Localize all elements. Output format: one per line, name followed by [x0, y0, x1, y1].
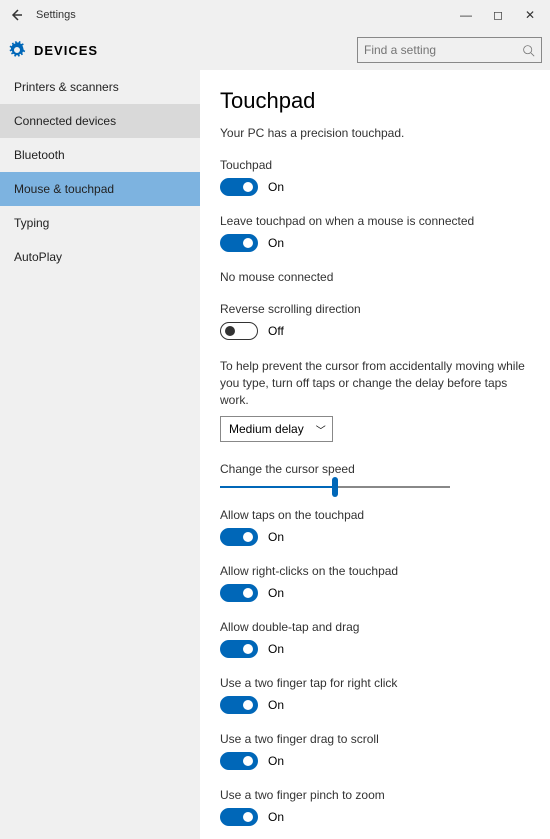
close-button[interactable]: ✕	[514, 3, 546, 27]
two-finger-right-label: Use a two finger tap for right click	[220, 676, 530, 690]
maximize-button[interactable]: ◻	[482, 3, 514, 27]
tap-delay-help: To help prevent the cursor from accident…	[220, 358, 530, 408]
cursor-speed-slider[interactable]	[220, 486, 450, 488]
back-button[interactable]	[4, 3, 28, 27]
window-title: Settings	[36, 9, 450, 21]
allow-dbl-drag-toggle[interactable]	[220, 640, 258, 658]
sidebar-item-mouse-touchpad[interactable]: Mouse & touchpad	[0, 172, 200, 206]
two-finger-zoom-state: On	[268, 810, 284, 824]
two-finger-scroll-toggle[interactable]	[220, 752, 258, 770]
touchpad-toggle[interactable]	[220, 178, 258, 196]
titlebar: Settings — ◻ ✕	[0, 0, 550, 30]
category-title: DEVICES	[34, 43, 357, 58]
page-subtitle: Your PC has a precision touchpad.	[220, 126, 530, 140]
two-finger-zoom-label: Use a two finger pinch to zoom	[220, 788, 530, 802]
two-finger-right-state: On	[268, 698, 284, 712]
sidebar-item-connected-devices[interactable]: Connected devices	[0, 104, 200, 138]
allow-dbl-drag-state: On	[268, 642, 284, 656]
two-finger-zoom-toggle[interactable]	[220, 808, 258, 826]
two-finger-scroll-label: Use a two finger drag to scroll	[220, 732, 530, 746]
leave-on-mouse-state: On	[268, 236, 284, 250]
sidebar-item-printers[interactable]: Printers & scanners	[0, 70, 200, 104]
allow-right-state: On	[268, 586, 284, 600]
touchpad-label: Touchpad	[220, 158, 530, 172]
reverse-scroll-toggle[interactable]	[220, 322, 258, 340]
allow-taps-label: Allow taps on the touchpad	[220, 508, 530, 522]
search-input[interactable]	[364, 43, 522, 57]
search-box[interactable]	[357, 37, 542, 63]
two-finger-right-toggle[interactable]	[220, 696, 258, 714]
allow-taps-toggle[interactable]	[220, 528, 258, 546]
content: Touchpad Your PC has a precision touchpa…	[200, 70, 550, 839]
sidebar-item-typing[interactable]: Typing	[0, 206, 200, 240]
reverse-scroll-label: Reverse scrolling direction	[220, 302, 530, 316]
allow-dbl-drag-label: Allow double-tap and drag	[220, 620, 530, 634]
page-title: Touchpad	[220, 88, 530, 114]
slider-thumb[interactable]	[332, 477, 338, 497]
minimize-button[interactable]: —	[450, 3, 482, 27]
cursor-speed-label: Change the cursor speed	[220, 462, 530, 476]
tap-delay-value: Medium delay	[229, 422, 304, 436]
allow-right-toggle[interactable]	[220, 584, 258, 602]
mouse-status: No mouse connected	[220, 270, 530, 284]
allow-taps-state: On	[268, 530, 284, 544]
chevron-down-icon: ﹀	[316, 422, 326, 437]
search-icon	[522, 44, 535, 57]
touchpad-state: On	[268, 180, 284, 194]
gear-icon	[8, 41, 26, 59]
leave-on-mouse-toggle[interactable]	[220, 234, 258, 252]
leave-on-mouse-label: Leave touchpad on when a mouse is connec…	[220, 214, 530, 228]
tap-delay-dropdown[interactable]: Medium delay ﹀	[220, 416, 333, 442]
header: DEVICES	[0, 30, 550, 70]
sidebar-item-autoplay[interactable]: AutoPlay	[0, 240, 200, 274]
sidebar: Printers & scanners Connected devices Bl…	[0, 70, 200, 839]
reverse-scroll-state: Off	[268, 324, 284, 338]
sidebar-item-bluetooth[interactable]: Bluetooth	[0, 138, 200, 172]
allow-right-label: Allow right-clicks on the touchpad	[220, 564, 530, 578]
two-finger-scroll-state: On	[268, 754, 284, 768]
